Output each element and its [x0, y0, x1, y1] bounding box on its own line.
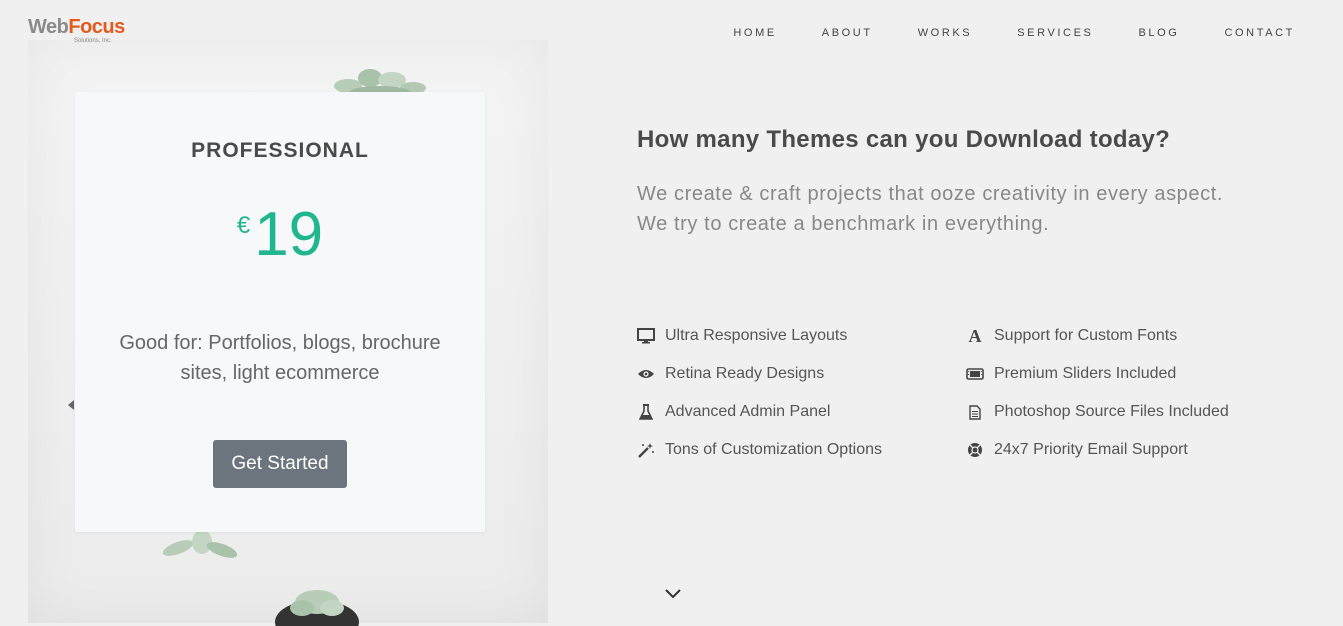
feature-item: A Support for Custom Fonts [965, 325, 1178, 346]
logo-focus-text: Focus [68, 16, 125, 38]
feature-item: Tons of Customization Options [636, 441, 882, 459]
plan-name: PROFESSIONAL [191, 139, 369, 162]
section-headline: How many Themes can you Download today? [637, 126, 1171, 153]
flask-icon [636, 403, 656, 421]
nav-blog[interactable]: BLOG [1138, 27, 1179, 39]
lifebuoy-icon [965, 441, 985, 459]
plan-price: €19 [75, 204, 485, 266]
nav-services[interactable]: SERVICES [1017, 27, 1093, 39]
feature-label: Tons of Customization Options [665, 441, 882, 458]
magic-wand-icon [636, 441, 656, 459]
feature-item: Premium Sliders Included [965, 365, 1176, 383]
feature-label: Photoshop Source Files Included [994, 403, 1229, 420]
feature-label: Ultra Responsive Layouts [665, 327, 848, 344]
film-icon [965, 365, 985, 383]
feature-label: Advanced Admin Panel [665, 403, 831, 420]
font-icon: A [968, 325, 982, 346]
feature-item: Photoshop Source Files Included [965, 403, 1229, 421]
get-started-button[interactable]: Get Started [213, 440, 347, 488]
slider-prev-arrow-icon[interactable] [68, 400, 74, 410]
plan-description: Good for: Portfolios, blogs, brochure si… [119, 332, 441, 384]
logo-subtitle: Solutions, Inc. [74, 38, 112, 44]
nav-home[interactable]: HOME [733, 27, 776, 39]
feature-label: Premium Sliders Included [994, 365, 1177, 382]
section-subline-1: We create & craft projects that ooze cre… [637, 183, 1224, 205]
price-currency: € [236, 212, 251, 239]
price-amount: 19 [254, 200, 324, 269]
eye-icon [636, 365, 656, 383]
feature-label: 24x7 Priority Email Support [994, 441, 1188, 458]
scroll-down-chevron-icon[interactable] [664, 587, 682, 605]
succulent-plant-bottom-left [158, 528, 242, 568]
feature-item: Advanced Admin Panel [636, 403, 830, 421]
nav-works[interactable]: WORKS [918, 27, 973, 39]
pricing-card: PROFESSIONAL €19 Good for: Portfolios, b… [75, 92, 485, 532]
feature-label: Retina Ready Designs [665, 365, 825, 382]
nav-about[interactable]: ABOUT [822, 27, 873, 39]
logo-web-text: Web [28, 16, 69, 38]
nav-contact[interactable]: CONTACT [1224, 27, 1295, 39]
feature-item: 24x7 Priority Email Support [965, 441, 1188, 459]
feature-label: Support for Custom Fonts [994, 327, 1178, 344]
logo[interactable]: WebFocus Solutions, Inc. [28, 16, 128, 50]
document-icon [965, 403, 985, 421]
feature-item: Ultra Responsive Layouts [636, 327, 847, 345]
succulent-pot-bottom [272, 586, 362, 626]
main-nav: HOME ABOUT WORKS SERVICES BLOG CONTACT [733, 27, 1295, 39]
section-subline-2: We try to create a benchmark in everythi… [637, 213, 1050, 235]
monitor-icon [636, 327, 656, 345]
feature-item: Retina Ready Designs [636, 365, 824, 383]
